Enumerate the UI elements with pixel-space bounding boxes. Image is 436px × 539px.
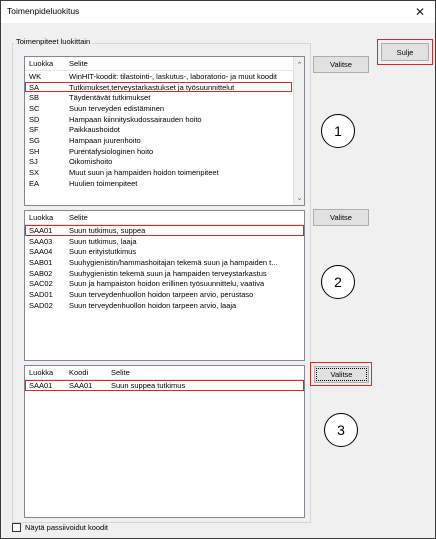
table-row[interactable]: SJ Oikomishoito	[25, 157, 292, 168]
subcategory-list[interactable]: Luokka Selite SAA01 Suun tutkimus, suppea…	[24, 210, 305, 361]
list-header: Luokka Selite	[25, 57, 304, 71]
column-header-luokka[interactable]: Luokka	[25, 368, 65, 377]
table-cell: Tutkimukset,terveystarkastukset ja työsu…	[69, 82, 235, 92]
table-cell: SAA01	[69, 380, 93, 390]
vertical-scrollbar[interactable]: ⌃ ⌄	[293, 57, 304, 205]
table-cell: Muut suun ja hampaiden hoidon toimenpite…	[69, 168, 219, 178]
table-row[interactable]: WK WinHIT-koodit: tilastointi-, laskutus-…	[25, 71, 292, 82]
annotation-circle-1: 1	[321, 114, 355, 148]
select-subcategory-button[interactable]: Valitse	[313, 209, 369, 226]
table-row[interactable]: SAB02 Suuhygienistin tekemä suun ja hampa…	[25, 268, 304, 279]
scroll-up-icon[interactable]: ⌃	[294, 59, 304, 70]
table-cell: SAA01	[29, 225, 53, 235]
table-row[interactable]: SB Täydentävät tutkimukset	[25, 92, 292, 103]
table-cell: SB	[29, 93, 40, 103]
table-cell: Huulien toimenpiteet	[69, 178, 138, 188]
table-cell: SH	[29, 146, 40, 156]
table-row[interactable]: SAC02 Suun ja hampaiston hoidon erillinen…	[25, 278, 304, 289]
table-cell: SAD02	[29, 300, 53, 310]
table-cell: Suun terveydenhuollon hoidon tarpeen arv…	[69, 300, 237, 310]
table-row[interactable]: SAD02 Suun terveydenhuollon hoidon tarpee…	[25, 300, 304, 311]
table-row[interactable]: SH Purentafysiologinen hoito	[25, 146, 292, 157]
code-list[interactable]: Luokka Koodi Selite SAA01 SAA01 Suun suppe…	[24, 365, 305, 518]
table-row[interactable]: SX Muut suun ja hampaiden hoidon toimenpi…	[25, 167, 292, 178]
column-header-luokka[interactable]: Luokka	[25, 59, 65, 68]
table-cell: SX	[29, 168, 40, 178]
table-row[interactable]: SD Hampaan kiinnityskudossairauden hoito	[25, 114, 292, 125]
table-cell: SAA03	[29, 236, 53, 246]
scroll-down-icon[interactable]: ⌄	[294, 192, 304, 203]
table-cell: Hampaan kiinnityskudossairauden hoito	[69, 114, 202, 124]
table-row[interactable]: SG Hampaan juurenhoito	[25, 135, 292, 146]
table-row[interactable]: SAD01 Suun terveydenhuollon hoidon tarpee…	[25, 289, 304, 300]
close-icon[interactable]: ✕	[405, 1, 435, 23]
table-cell: Täydentävät tutkimukset	[69, 93, 151, 103]
table-row[interactable]: SC Suun terveyden edistäminen	[25, 103, 292, 114]
table-cell: EA	[29, 178, 40, 188]
table-row[interactable]: SAB01 Suuhygienistin/hammashoitajan tekem…	[25, 257, 304, 268]
table-row[interactable]: SAA04 Suun erityistutkimus	[25, 246, 304, 257]
group-label: Toimenpiteet luokittain	[14, 37, 93, 46]
close-button-highlight	[377, 39, 433, 65]
table-row[interactable]: SA Tutkimukset,terveystarkastukset ja työ…	[25, 81, 292, 93]
table-cell: Suun suppea tutkimus	[111, 380, 186, 390]
table-row[interactable]: SAA03 Suun tutkimus, laaja	[25, 236, 304, 247]
annotation-circle-3: 3	[324, 413, 358, 447]
select-category-button[interactable]: Valitse	[313, 56, 369, 73]
annotation-circle-2: 2	[321, 265, 355, 299]
table-cell: WinHIT-koodit: tilastointi-, laskutus-, …	[69, 71, 277, 81]
select-code-button-highlight	[310, 362, 372, 386]
table-cell: Suun terveyden edistäminen	[69, 103, 165, 113]
table-cell: Suun erityistutkimus	[69, 247, 137, 257]
table-cell: Paikkaushoidot	[69, 125, 120, 135]
column-header-luokka[interactable]: Luokka	[25, 213, 65, 222]
column-header-selite[interactable]: Selite	[65, 59, 292, 68]
title-bar: Toimenpideluokitus ✕	[1, 1, 435, 23]
list-header: Luokka Koodi Selite	[25, 366, 304, 380]
table-cell: Suun terveydenhuollon hoidon tarpeen arv…	[69, 289, 254, 299]
column-header-koodi[interactable]: Koodi	[65, 368, 107, 377]
category-list[interactable]: Luokka Selite WK WinHIT-koodit: tilastoin…	[24, 56, 305, 206]
table-cell: Purentafysiologinen hoito	[69, 146, 154, 156]
table-cell: Suun ja hampaiston hoidon erillinen työs…	[69, 279, 265, 289]
table-cell: SAA01	[29, 380, 53, 390]
table-cell: SAB01	[29, 257, 53, 267]
window-title: Toimenpideluokitus	[7, 6, 80, 16]
table-cell: SD	[29, 114, 40, 124]
table-cell: SG	[29, 135, 40, 145]
table-cell: Oikomishoito	[69, 157, 113, 167]
column-header-selite[interactable]: Selite	[65, 213, 304, 222]
table-cell: WK	[29, 71, 42, 81]
table-row[interactable]: EA Huulien toimenpiteet	[25, 178, 292, 189]
list-header: Luokka Selite	[25, 211, 304, 225]
table-cell: Suun tutkimus, suppea	[69, 225, 146, 235]
table-cell: Suuhygienistin/hammashoitajan tekemä suu…	[69, 257, 278, 267]
table-cell: SAB02	[29, 268, 53, 278]
table-cell: SF	[29, 125, 39, 135]
dialog-window: Toimenpideluokitus ✕ Toimenpiteet luokit…	[0, 0, 436, 539]
table-cell: Hampaan juurenhoito	[69, 135, 141, 145]
table-cell: SAD01	[29, 289, 53, 299]
table-cell: SA	[29, 82, 40, 92]
table-cell: SAA04	[29, 247, 53, 257]
table-row[interactable]: SAA01 Suun tutkimus, suppea	[25, 225, 304, 236]
show-passive-codes-checkbox[interactable]	[12, 523, 21, 532]
table-cell: SC	[29, 103, 40, 113]
show-passive-codes-label: Näytä passiivoidut koodit	[25, 523, 108, 532]
show-passive-codes[interactable]: Näytä passiivoidut koodit	[12, 523, 108, 532]
table-row[interactable]: SAA01 SAA01 Suun suppea tutkimus	[25, 380, 304, 391]
column-header-selite[interactable]: Selite	[107, 368, 304, 377]
table-cell: Suun tutkimus, laaja	[69, 236, 137, 246]
table-cell: SAC02	[29, 279, 53, 289]
table-cell: SJ	[29, 157, 38, 167]
table-cell: Suuhygienistin tekemä suun ja hampaiden …	[69, 268, 267, 278]
table-row[interactable]: SF Paikkaushoidot	[25, 124, 292, 135]
